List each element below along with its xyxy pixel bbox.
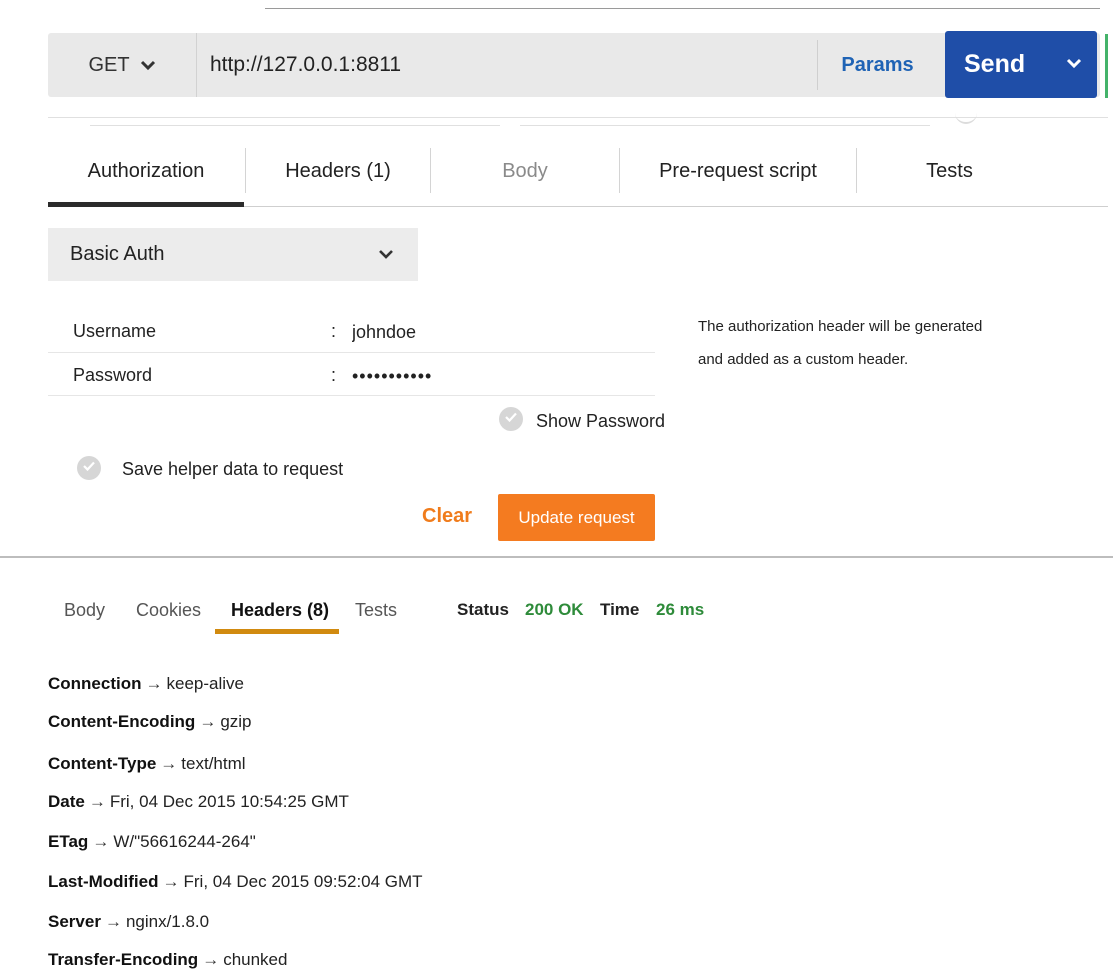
arrow-icon: →: [145, 674, 163, 693]
window-edge-accent: [1105, 34, 1108, 98]
params-button[interactable]: Params: [830, 33, 925, 97]
tab-pre-request-script[interactable]: Pre-request script: [620, 140, 856, 202]
header-name: Content-Type: [48, 754, 157, 773]
ghost-line: [520, 125, 930, 126]
header-name: Connection: [48, 674, 142, 693]
response-header-row: Transfer-Encoding → chunked: [48, 950, 287, 970]
save-helper-data-checkbox[interactable]: [77, 456, 101, 480]
show-password-label: Show Password: [536, 411, 666, 431]
row-divider: [48, 395, 655, 396]
username-input[interactable]: [352, 319, 642, 345]
status-value: 200 OK: [525, 600, 584, 619]
password-label: Password: [73, 365, 153, 385]
password-input[interactable]: [352, 363, 642, 389]
auth-type-select[interactable]: Basic Auth: [48, 228, 418, 281]
arrow-icon: →: [162, 872, 180, 891]
chevron-down-icon: [1066, 56, 1082, 74]
arrow-icon: →: [202, 950, 220, 969]
active-response-tab-indicator: [215, 629, 339, 634]
response-tab-tests[interactable]: Tests: [355, 600, 397, 621]
header-value: Fri, 04 Dec 2015 10:54:25 GMT: [109, 792, 349, 811]
response-section-divider: [0, 556, 1113, 558]
url-input[interactable]: [210, 48, 800, 82]
tab-authorization[interactable]: Authorization: [48, 140, 244, 202]
tab-tests[interactable]: Tests: [857, 140, 1042, 202]
send-options-button[interactable]: [1054, 31, 1094, 98]
header-name: Last-Modified: [48, 872, 159, 891]
header-value: Fri, 04 Dec 2015 09:52:04 GMT: [183, 872, 423, 891]
header-value: chunked: [223, 950, 288, 969]
send-label: Send: [964, 50, 1026, 78]
response-header-row: Server → nginx/1.8.0: [48, 912, 209, 932]
header-name: Server: [48, 912, 101, 931]
ghost-line: [90, 125, 500, 126]
response-tab-body[interactable]: Body: [64, 600, 105, 621]
header-name: Transfer-Encoding: [48, 950, 199, 969]
auth-note-line-1: The authorization header will be generat…: [698, 318, 983, 335]
url-bar-shadow: [48, 117, 1108, 118]
time-label: Time: [600, 600, 640, 619]
show-password-checkbox[interactable]: [499, 407, 523, 431]
header-value: text/html: [181, 754, 246, 773]
username-label: Username: [73, 321, 157, 341]
top-divider: [265, 8, 1100, 9]
update-request-button[interactable]: Update request: [498, 494, 655, 541]
clear-button[interactable]: Clear: [422, 505, 472, 528]
auth-note-line-2: and added as a custom header.: [698, 351, 909, 368]
username-colon: :: [331, 321, 337, 341]
header-name: ETag: [48, 832, 89, 851]
method-label: GET: [88, 53, 130, 76]
chevron-down-icon: [140, 54, 156, 77]
header-value: keep-alive: [166, 674, 245, 693]
params-divider: [817, 40, 818, 90]
chevron-down-icon: [378, 243, 394, 266]
arrow-icon: →: [199, 712, 217, 731]
save-helper-data-label: Save helper data to request: [122, 459, 344, 479]
response-header-row: Content-Type → text/html: [48, 754, 246, 774]
arrow-icon: →: [104, 912, 122, 931]
method-selector[interactable]: GET: [48, 33, 196, 97]
response-tab-cookies[interactable]: Cookies: [136, 600, 201, 621]
checkmark-icon: [504, 410, 518, 428]
tab-body[interactable]: Body: [431, 140, 619, 202]
response-header-row: Content-Encoding → gzip: [48, 712, 252, 732]
response-header-row: ETag → W/"56616244-264": [48, 832, 256, 852]
send-button[interactable]: Send: [945, 31, 1097, 98]
row-divider: [48, 352, 655, 353]
tab-headers[interactable]: Headers (1): [246, 140, 430, 202]
arrow-icon: →: [92, 832, 110, 851]
response-tab-headers[interactable]: Headers (8): [231, 600, 329, 621]
password-colon: :: [331, 365, 337, 385]
auth-type-label: Basic Auth: [70, 243, 165, 265]
active-tab-indicator: [48, 202, 244, 207]
header-name: Content-Encoding: [48, 712, 196, 731]
response-header-row: Connection → keep-alive: [48, 674, 244, 694]
time-value: 26 ms: [656, 600, 705, 619]
response-header-row: Last-Modified → Fri, 04 Dec 2015 09:52:04 …: [48, 872, 423, 892]
response-header-row: Date → Fri, 04 Dec 2015 10:54:25 GMT: [48, 792, 349, 812]
header-value: W/"56616244-264": [113, 832, 256, 851]
status-label: Status: [457, 600, 509, 619]
arrow-icon: →: [160, 754, 178, 773]
ghost-shape: [955, 112, 977, 124]
arrow-icon: →: [88, 792, 106, 811]
header-value: nginx/1.8.0: [125, 912, 210, 931]
header-name: Date: [48, 792, 85, 811]
header-value: gzip: [220, 712, 252, 731]
method-divider: [196, 33, 197, 97]
checkmark-icon: [82, 459, 96, 477]
